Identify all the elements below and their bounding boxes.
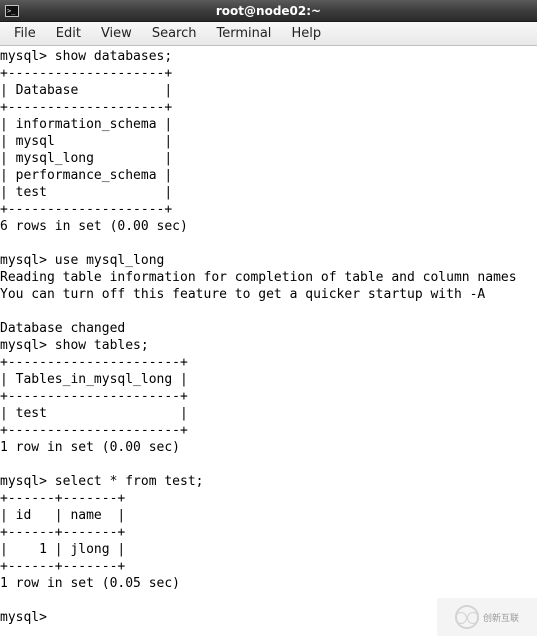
window-title: root@node02:~	[0, 4, 537, 18]
watermark-text: 创新互联	[483, 611, 519, 624]
window-titlebar: >_ root@node02:~	[0, 0, 537, 22]
terminal-output[interactable]: mysql> show databases; +----------------…	[0, 46, 537, 640]
menu-help[interactable]: Help	[281, 24, 331, 43]
menu-search[interactable]: Search	[142, 24, 207, 43]
menu-view[interactable]: View	[91, 24, 142, 43]
menu-edit[interactable]: Edit	[46, 24, 91, 43]
menubar: File Edit View Search Terminal Help	[0, 22, 537, 46]
watermark: 创新互联	[437, 598, 537, 636]
terminal-icon: >_	[4, 3, 20, 19]
menu-file[interactable]: File	[4, 24, 46, 43]
menu-terminal[interactable]: Terminal	[206, 24, 281, 43]
watermark-logo-icon	[455, 605, 479, 629]
svg-text:>_: >_	[7, 7, 16, 15]
